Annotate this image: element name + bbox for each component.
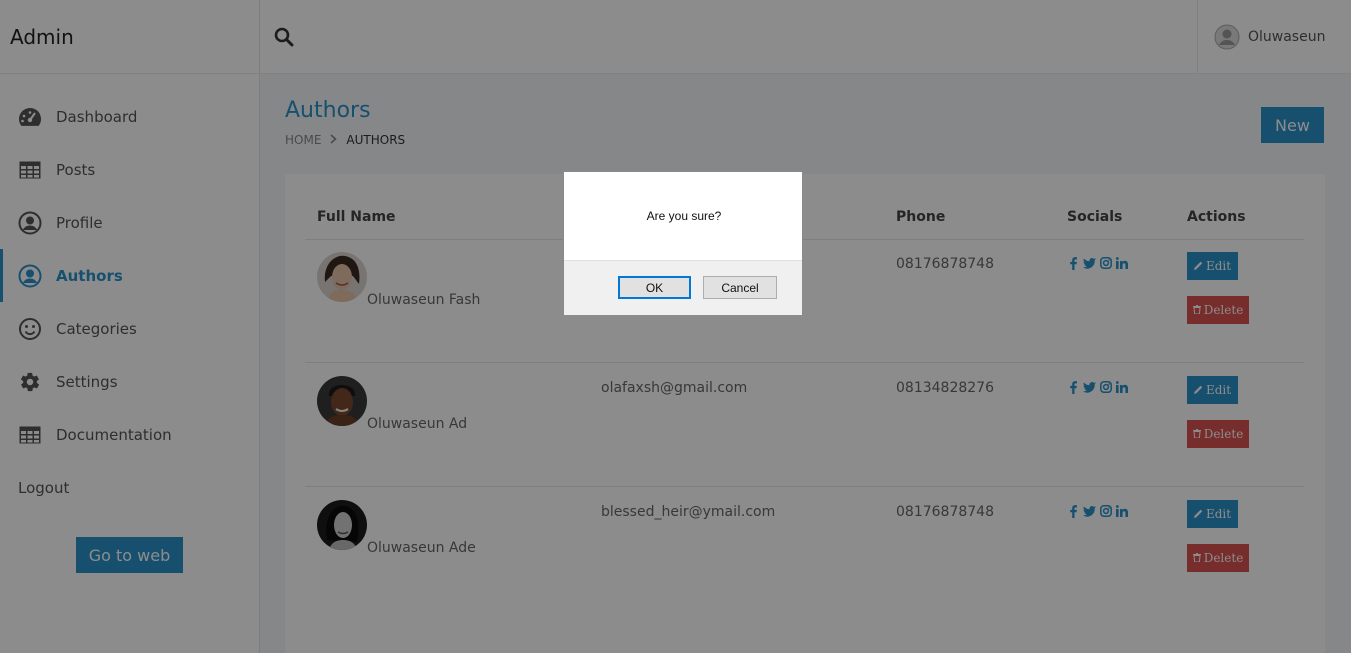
cancel-button[interactable]: Cancel (703, 276, 777, 299)
confirm-dialog: Are you sure? OK Cancel (563, 171, 803, 315)
dialog-message: Are you sure? (646, 209, 722, 223)
ok-button[interactable]: OK (618, 276, 691, 299)
dialog-footer: OK Cancel (564, 260, 802, 315)
modal-overlay (0, 0, 1351, 653)
